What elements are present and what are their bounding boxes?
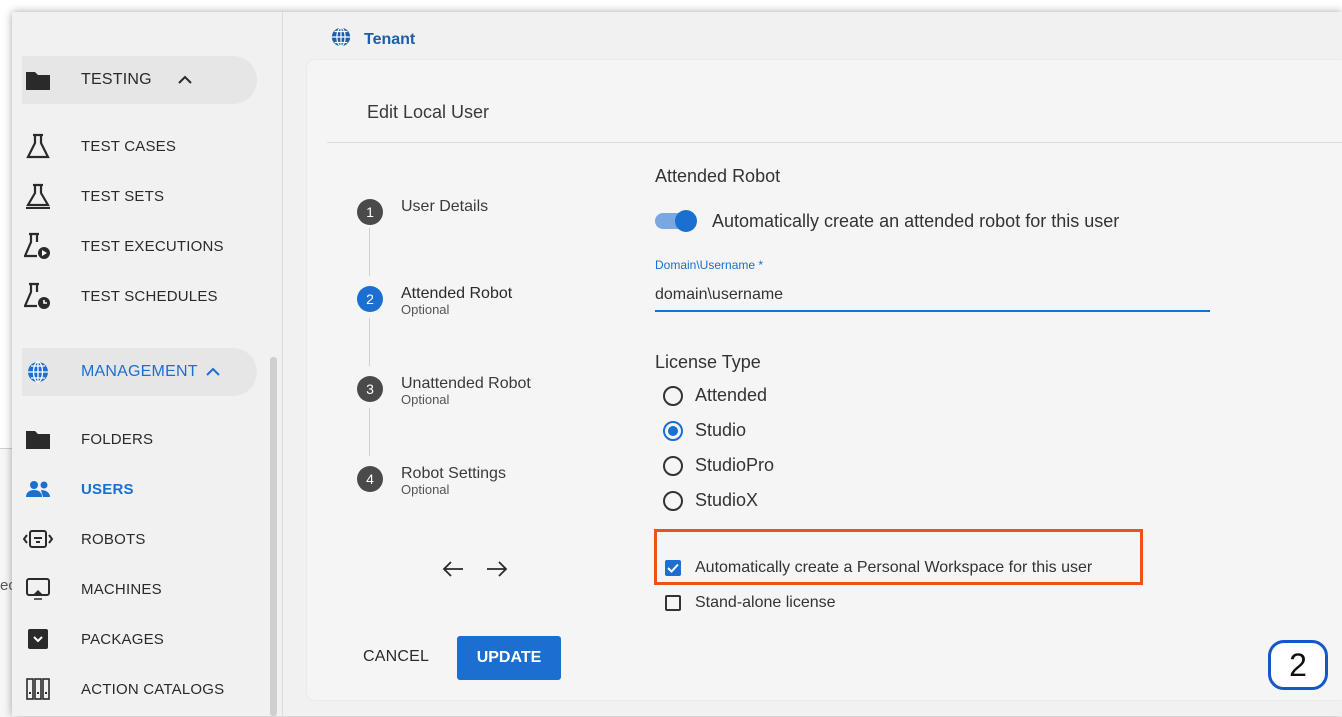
- username-field[interactable]: domain\username: [655, 286, 1205, 304]
- sidebar-group-management[interactable]: MANAGEMENT: [22, 347, 220, 397]
- sidebar-item-users[interactable]: USERS: [22, 464, 134, 514]
- sidebar-item-test-sets[interactable]: TEST SETS: [22, 171, 164, 221]
- globe-icon: [22, 356, 54, 388]
- radio-label: StudioPro: [695, 455, 775, 475]
- sidebar-item-label: TEST EXECUTIONS: [81, 237, 224, 255]
- divider: [327, 142, 1342, 143]
- radio-button[interactable]: [663, 490, 683, 511]
- background-window-edge: ec: [0, 448, 16, 717]
- panel-title: Edit Local User: [367, 102, 490, 122]
- sidebar-item-test-cases[interactable]: TEST CASES: [22, 121, 176, 171]
- sidebar-item-label: PACKAGES: [81, 630, 165, 648]
- username-field-underline: [655, 310, 1210, 312]
- tenant-breadcrumb[interactable]: Tenant: [330, 26, 415, 53]
- sidebar-group-testing[interactable]: TESTING: [22, 55, 192, 105]
- attended-robot-toggle[interactable]: [655, 210, 699, 232]
- sidebar-item-label: TEST SCHEDULES: [81, 287, 218, 305]
- sidebar-item-label: TEST CASES: [81, 137, 177, 155]
- license-radio-studiopro[interactable]: StudioPro: [663, 455, 774, 476]
- radio-button[interactable]: [663, 420, 683, 441]
- license-radio-attended[interactable]: Attended: [663, 385, 767, 406]
- step-attended-robot[interactable]: 2 Attended Robot Optional: [357, 285, 512, 317]
- step-unattended-robot[interactable]: 3 Unattended Robot Optional: [357, 375, 531, 407]
- step-subtitle: Optional: [401, 302, 450, 317]
- radio-label: Attended: [695, 385, 768, 405]
- sidebar-scrollbar[interactable]: [270, 357, 277, 716]
- step-robot-settings[interactable]: 4 Robot Settings Optional: [357, 465, 506, 497]
- license-type-heading: License Type: [655, 352, 761, 372]
- standalone-license-checkbox[interactable]: Stand-alone license: [665, 594, 836, 612]
- step-title: Attended Robot: [401, 285, 513, 302]
- attended-robot-toggle-label: Automatically create an attended robot f…: [712, 211, 1120, 231]
- sidebar-item-robots[interactable]: ROBOTS: [22, 514, 146, 564]
- stepper-connector: [369, 408, 370, 456]
- sidebar-item-label: MACHINES: [81, 580, 162, 598]
- sidebar-group-label: TESTING: [81, 71, 152, 88]
- step-number: 4: [357, 466, 383, 492]
- step-title: Unattended Robot: [401, 375, 531, 392]
- attended-robot-heading: Attended Robot: [655, 166, 781, 186]
- license-radio-studiox[interactable]: StudioX: [663, 490, 758, 511]
- radio-label: StudioX: [695, 490, 759, 510]
- stepper-connector: [369, 228, 370, 276]
- arrow-left-icon[interactable]: [442, 560, 464, 578]
- step-title: User Details: [401, 198, 489, 215]
- checkbox-box[interactable]: [665, 595, 681, 611]
- sidebar-item-label: USERS: [81, 480, 134, 498]
- sidebar-item-test-schedules[interactable]: TEST SCHEDULES: [22, 271, 218, 321]
- step-subtitle: Optional: [401, 482, 450, 497]
- toggle-knob: [675, 210, 697, 232]
- step-navigation: [442, 560, 508, 578]
- radio-selected-dot: [668, 425, 678, 436]
- radio-button[interactable]: [663, 455, 683, 476]
- sidebar-divider: [282, 12, 283, 716]
- flask-clock-icon: [22, 280, 54, 312]
- sidebar: TESTING TEST CASES TEST SETS TEST EXECUT…: [12, 12, 279, 716]
- step-number: 2: [357, 286, 383, 312]
- radio-button[interactable]: [663, 385, 683, 406]
- edit-user-panel: Edit Local User 1 User Details 2 Attende…: [307, 60, 1342, 700]
- package-icon: [22, 623, 54, 655]
- app-window: TESTING TEST CASES TEST SETS TEST EXECUT…: [12, 12, 1342, 716]
- sidebar-item-action-catalogs[interactable]: ACTION CATALOGS: [22, 664, 224, 714]
- sidebar-item-label: ACTION CATALOGS: [81, 680, 225, 698]
- username-field-label: Domain\Username *: [655, 258, 764, 272]
- sidebar-item-label: TEST SETS: [81, 187, 165, 205]
- sidebar-item-label: ROBOTS: [81, 530, 146, 548]
- radio-label: Studio: [695, 420, 747, 440]
- sidebar-group-label: MANAGEMENT: [81, 363, 198, 380]
- annotation-highlight-box: [654, 529, 1143, 585]
- sidebar-item-machines[interactable]: MACHINES: [22, 564, 162, 614]
- sidebar-item-folders[interactable]: FOLDERS: [22, 414, 153, 464]
- step-user-details[interactable]: 1 User Details: [357, 198, 488, 225]
- sidebar-item-packages[interactable]: PACKAGES: [22, 614, 164, 664]
- cancel-button[interactable]: CANCEL: [357, 642, 435, 672]
- users-icon: [22, 473, 54, 505]
- arrow-right-icon[interactable]: [486, 560, 508, 578]
- step-number: 1: [357, 199, 383, 225]
- sidebar-item-test-executions[interactable]: TEST EXECUTIONS: [22, 221, 224, 271]
- globe-icon: [330, 26, 352, 53]
- sidebar-item-label: FOLDERS: [81, 430, 154, 448]
- monitor-icon: [22, 573, 54, 605]
- step-subtitle: Optional: [401, 392, 450, 407]
- update-button[interactable]: UPDATE: [457, 636, 561, 680]
- checkbox-label: Stand-alone license: [695, 594, 836, 611]
- flask-play-icon: [22, 230, 54, 262]
- license-radio-studio[interactable]: Studio: [663, 420, 746, 441]
- folder-icon: [22, 423, 54, 455]
- step-title: Robot Settings: [401, 465, 506, 482]
- flask-set-icon: [22, 180, 54, 212]
- stepper-connector: [369, 318, 370, 366]
- tenant-label: Tenant: [364, 30, 416, 48]
- folder-icon: [22, 64, 54, 96]
- step-number: 3: [357, 376, 383, 402]
- chevron-up-icon[interactable]: [205, 367, 220, 377]
- flask-icon: [22, 130, 54, 162]
- robot-icon: [22, 523, 54, 555]
- step-number-badge: 2: [1268, 640, 1328, 690]
- chevron-up-icon[interactable]: [178, 75, 192, 85]
- catalog-icon: [22, 673, 54, 705]
